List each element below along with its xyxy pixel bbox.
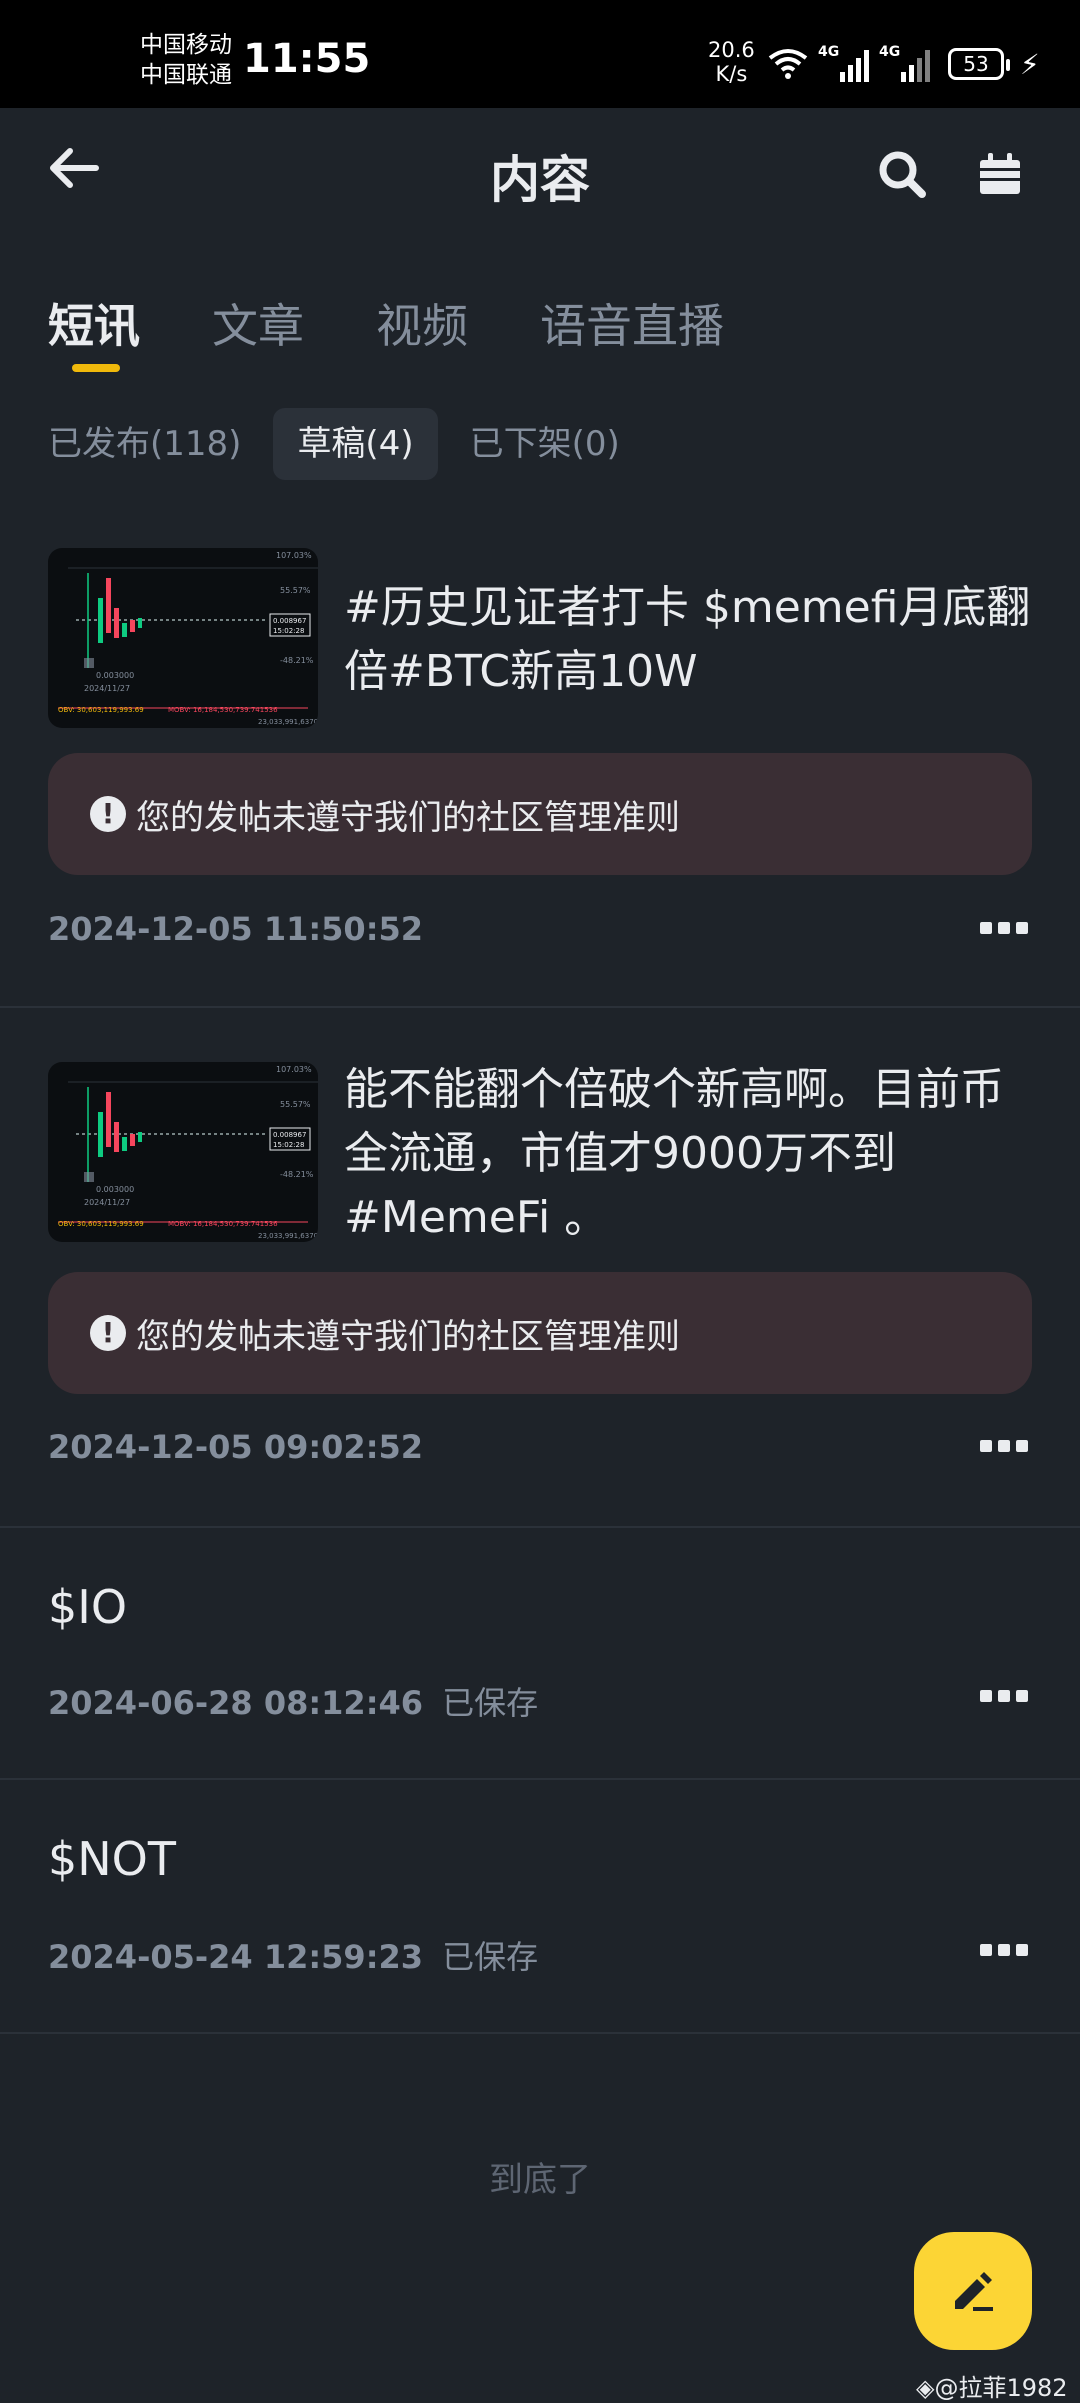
post-timestamp: 2024-05-24 12:59:23 已保存	[48, 1932, 538, 1978]
subtab-drafts[interactable]: 草稿(4)	[273, 408, 438, 480]
thumb-label: 15:02:28	[273, 1141, 304, 1149]
warning-text: 您的发帖未遵守我们的社区管理准则	[136, 797, 680, 838]
content-type-tabs: 短讯 文章 视频 语音直播	[48, 290, 724, 380]
thumb-label: 55.57%	[280, 1100, 311, 1109]
status-filter-tabs: 已发布(118) 草稿(4) 已下架(0)	[48, 408, 620, 480]
signal-strength-icon-2: 4G	[879, 44, 930, 82]
charging-icon: ⚡	[1020, 47, 1040, 81]
post-timestamp: 2024-12-05 09:02:52	[48, 1428, 423, 1466]
more-options-button[interactable]	[976, 1930, 1032, 1970]
thumb-label: 2024/11/27	[84, 684, 130, 693]
post-timestamp: 2024-06-28 08:12:46 已保存	[48, 1678, 538, 1724]
thumb-label: 107.03%	[276, 1065, 312, 1074]
more-icon	[980, 922, 992, 934]
subtab-published[interactable]: 已发布(118)	[48, 408, 241, 480]
calendar-button[interactable]	[976, 150, 1028, 202]
thumb-label: 55.57%	[280, 586, 311, 595]
thumb-label: 0.008967	[273, 1131, 306, 1139]
tab-short-news[interactable]: 短讯	[48, 290, 140, 380]
carrier-labels: 中国移动 中国联通	[140, 30, 232, 90]
guideline-warning: ! 您的发帖未遵守我们的社区管理准则	[48, 753, 1032, 875]
thumb-label: OBV: 30,603,119,993.69	[58, 1220, 144, 1228]
tab-videos[interactable]: 视频	[376, 290, 468, 380]
warning-icon: !	[90, 1315, 126, 1351]
end-of-list-text: 到底了	[489, 2160, 591, 2200]
carrier-1: 中国移动	[140, 32, 232, 58]
thumb-label: -48.21%	[280, 656, 314, 665]
wifi-icon	[768, 49, 808, 79]
timestamp: 2024-12-05 11:50:52	[48, 910, 424, 948]
post-text: 能不能翻个倍破个新高啊。目前币全流通，市值才9000万不到#MemeFi 。	[344, 1064, 1004, 1243]
watermark: ◈@拉菲1982	[916, 2368, 1068, 2403]
thumb-label: -48.21%	[280, 1170, 314, 1179]
net-speed-value: 20.6	[708, 38, 755, 62]
saved-status: 已保存	[442, 1938, 539, 1976]
timestamp: 2024-12-05 09:02:52	[48, 1428, 424, 1466]
thumb-label: 0.003000	[96, 1185, 134, 1194]
clock: 11:55	[243, 36, 371, 82]
status-bar: 中国移动 中国联通 11:55 20.6 K/s 4G 4G 53 ⚡	[0, 0, 1080, 108]
network-type-2: 4G	[879, 44, 901, 60]
thumb-label: 107.03%	[276, 551, 312, 560]
post-thumbnail: 107.03% 55.57% 0.008967 15:02:28 -48.21%…	[48, 1062, 318, 1242]
more-options-button[interactable]	[976, 908, 1032, 948]
binance-logo-icon: ◈	[916, 2374, 935, 2402]
net-speed-unit: K/s	[715, 62, 748, 86]
search-button[interactable]	[876, 148, 932, 204]
calendar-icon	[980, 153, 1020, 194]
timestamp: 2024-06-28 08:12:46	[48, 1684, 424, 1722]
header: 内容	[0, 108, 1080, 238]
tab-articles[interactable]: 文章	[212, 290, 304, 380]
thumb-label: 23,033,991,637091	[258, 718, 318, 726]
thumb-label: 0.003000	[96, 671, 134, 680]
more-icon	[980, 1944, 992, 1956]
draft-post-4[interactable]: $NOT 2024-05-24 12:59:23 已保存	[0, 1780, 1080, 2034]
watermark-text: @拉菲1982	[934, 2374, 1068, 2402]
post-text: #历史见证者打卡 $memefi月底翻倍#BTC新高10W	[344, 582, 1031, 697]
network-type-1: 4G	[818, 44, 840, 60]
draft-post-2[interactable]: 107.03% 55.57% 0.008967 15:02:28 -48.21%…	[0, 1008, 1080, 1528]
more-options-button[interactable]	[976, 1426, 1032, 1466]
thumb-label: OBV: 30,603,119,993.69	[58, 706, 144, 714]
subtab-removed[interactable]: 已下架(0)	[470, 408, 620, 480]
thumb-label: 23,033,991,637091	[258, 1232, 318, 1240]
thumb-label: 2024/11/27	[84, 1198, 130, 1207]
draft-post-3[interactable]: $IO 2024-06-28 08:12:46 已保存	[0, 1528, 1080, 1780]
warning-text: 您的发帖未遵守我们的社区管理准则	[136, 1316, 680, 1357]
post-timestamp: 2024-12-05 11:50:52	[48, 910, 423, 948]
signal-strength-icon-1: 4G	[818, 44, 869, 82]
net-speed: 20.6 K/s	[708, 38, 755, 86]
more-icon	[980, 1690, 992, 1702]
battery-icon: 53	[948, 48, 1010, 80]
post-text: $IO	[48, 1580, 128, 1634]
thumb-label: MOBV: 16,184,530,739.741536	[168, 706, 278, 714]
carrier-2: 中国联通	[140, 62, 232, 88]
post-text: $NOT	[48, 1832, 176, 1886]
thumb-label: MOBV: 16,184,530,739.741536	[168, 1220, 278, 1228]
compose-button[interactable]	[914, 2232, 1032, 2350]
thumb-label: 0.008967	[273, 617, 306, 625]
search-icon	[879, 151, 926, 198]
guideline-warning: ! 您的发帖未遵守我们的社区管理准则	[48, 1272, 1032, 1394]
timestamp: 2024-05-24 12:59:23	[48, 1938, 424, 1976]
edit-icon	[955, 2272, 993, 2311]
more-options-button[interactable]	[976, 1676, 1032, 1716]
warning-icon: !	[90, 796, 126, 832]
saved-status: 已保存	[442, 1684, 539, 1722]
post-thumbnail: 107.03% 55.57% 0.008967 15:02:28 -48.21%…	[48, 548, 318, 728]
more-icon	[980, 1440, 992, 1452]
draft-post-1[interactable]: 107.03% 55.57% 0.008967 15:02:28 -48.21%…	[0, 530, 1080, 1008]
thumb-label: 15:02:28	[273, 627, 304, 635]
status-icons: 4G 4G 53 ⚡	[768, 44, 1040, 84]
tab-audio-live[interactable]: 语音直播	[540, 290, 724, 380]
